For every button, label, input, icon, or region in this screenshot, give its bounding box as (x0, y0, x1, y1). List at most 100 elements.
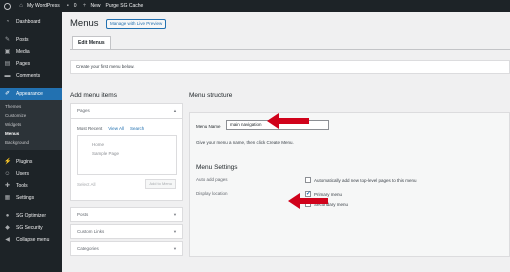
appearance-submenu: Themes Customize Widgets Menus Backgroun… (0, 100, 62, 150)
sidebar-item-label: Media (16, 49, 30, 55)
expand-arrow-icon: ▼ (173, 246, 177, 251)
pages-tabs: Most Recent View All Search (77, 126, 150, 131)
sidebar-item-posts[interactable]: ✎ Posts (0, 34, 62, 46)
tab-search[interactable]: Search (130, 126, 144, 131)
purge-cache-link[interactable]: Purge SG Cache (106, 3, 144, 9)
dashboard-icon: ◔ (5, 18, 10, 25)
add-menu-items-title: Add menu items (70, 92, 117, 99)
categories-accordion[interactable]: Categories ▼ (70, 241, 183, 256)
pages-accordion: Pages ▲ Most Recent View All Search Home… (70, 103, 183, 201)
comments-count: 0 (73, 3, 77, 9)
list-item[interactable]: Sample Page (78, 151, 176, 156)
collapse-arrow-icon: ▲ (173, 108, 177, 113)
sidebar-item-sg-security[interactable]: ◆ SG Security (0, 222, 62, 234)
main-content: Menus Manage with Live Preview Edit Menu… (62, 12, 510, 272)
annotation-arrow-icon (288, 193, 328, 209)
site-name: My WordPress (27, 3, 60, 9)
plugins-icon: ⚡ (4, 158, 12, 165)
new-content-link[interactable]: + New (81, 3, 101, 9)
expand-arrow-icon: ▼ (173, 229, 177, 234)
posts-accordion-header[interactable]: Posts ▼ (71, 208, 182, 222)
sidebar-item-label: Posts (16, 37, 29, 43)
menu-structure-panel: Menu Name main navigation Give your menu… (189, 112, 510, 257)
custom-links-accordion-header[interactable]: Custom Links ▼ (71, 225, 182, 239)
list-item[interactable]: Home (78, 142, 176, 147)
new-label: New (90, 3, 101, 9)
page-title: Menus (70, 18, 99, 29)
categories-accordion-header[interactable]: Categories ▼ (71, 242, 182, 256)
menu-structure-title: Menu structure (189, 92, 233, 99)
sidebar-item-appearance[interactable]: ✐ Appearance (0, 88, 62, 100)
auto-add-checkbox[interactable] (305, 177, 311, 183)
sidebar-item-label: SG Optimizer (16, 213, 47, 219)
sg-security-icon: ◆ (5, 224, 10, 231)
pages-accordion-header[interactable]: Pages ▲ (71, 104, 182, 118)
admin-sidebar: ◔ Dashboard ✎ Posts ▣ Media ▤ Pages ▬ Co… (0, 12, 62, 272)
collapse-icon: ◀ (5, 236, 10, 243)
select-all-checkbox[interactable]: Select All (77, 182, 96, 187)
custom-links-label: Custom Links (77, 229, 105, 234)
tab-divider (70, 49, 510, 50)
sidebar-item-label: Appearance (16, 91, 43, 97)
comment-bubble-icon: ▪ (66, 3, 69, 9)
posts-label: Posts (77, 212, 89, 217)
sidebar-item-label: Pages (16, 61, 31, 67)
brush-icon: ✐ (4, 90, 11, 97)
sidebar-item-label: Settings (16, 195, 35, 201)
settings-icon: ▦ (4, 194, 11, 201)
add-to-menu-button[interactable]: Add to Menu (145, 179, 176, 189)
tab-view-all[interactable]: View All (108, 126, 124, 131)
media-icon: ▣ (4, 48, 11, 55)
auto-add-pages-label: Auto add pages (196, 177, 228, 182)
sidebar-item-settings[interactable]: ▦ Settings (0, 192, 62, 204)
sidebar-item-label: Users (16, 171, 30, 177)
sidebar-item-dashboard[interactable]: ◔ Dashboard (0, 16, 62, 28)
submenu-item-customize[interactable]: Customize (0, 111, 62, 120)
admin-bar: ⌂ My WordPress ▪ 0 + New Purge SG Cache (0, 0, 510, 12)
sidebar-item-plugins[interactable]: ⚡ Plugins (0, 156, 62, 168)
sidebar-item-sg-optimizer[interactable]: ● SG Optimizer (0, 210, 62, 222)
categories-label: Categories (77, 246, 99, 251)
auto-add-pages-option[interactable]: Automatically add new top-level pages to… (305, 177, 417, 183)
plus-icon: + (82, 3, 87, 9)
sidebar-item-label: SG Security (16, 225, 43, 231)
wordpress-logo-icon[interactable] (4, 2, 11, 10)
sidebar-item-tools[interactable]: ✚ Tools (0, 180, 62, 192)
annotation-arrow-icon (267, 113, 309, 129)
sidebar-item-media[interactable]: ▣ Media (0, 46, 62, 58)
custom-links-accordion[interactable]: Custom Links ▼ (70, 224, 183, 239)
menu-name-hint: Give your menu a name, then click Create… (196, 140, 294, 145)
pages-label: Pages (77, 108, 90, 113)
home-icon: ⌂ (19, 3, 23, 9)
pin-icon: ✎ (4, 36, 11, 43)
sidebar-item-comments[interactable]: ▬ Comments (0, 70, 62, 82)
sidebar-item-collapse[interactable]: ◀ Collapse menu (0, 234, 62, 246)
expand-arrow-icon: ▼ (173, 212, 177, 217)
posts-accordion[interactable]: Posts ▼ (70, 207, 183, 222)
pages-icon: ▤ (4, 60, 11, 67)
comments-link[interactable]: ▪ 0 (65, 3, 77, 9)
sidebar-item-label: Plugins (16, 159, 33, 165)
display-location-label: Display location (196, 191, 228, 196)
add-menu-items-panel: Pages ▲ Most Recent View All Search Home… (70, 103, 183, 257)
pages-checklist: Home Sample Page (77, 135, 177, 175)
sg-optimizer-icon: ● (5, 212, 10, 219)
submenu-item-background[interactable]: Background (0, 138, 62, 147)
menu-settings-title: Menu Settings (196, 164, 238, 171)
auto-add-option-label: Automatically add new top-level pages to… (314, 177, 417, 183)
live-preview-button[interactable]: Manage with Live Preview (106, 19, 167, 29)
create-menu-notice: Create your first menu below. (70, 60, 510, 74)
tools-icon: ✚ (4, 182, 11, 189)
comments-icon: ▬ (4, 72, 11, 79)
submenu-item-themes[interactable]: Themes (0, 102, 62, 111)
sidebar-item-pages[interactable]: ▤ Pages (0, 58, 62, 70)
submenu-item-menus[interactable]: Menus (0, 129, 62, 138)
menu-name-label: Menu Name (196, 124, 221, 129)
tab-edit-menus[interactable]: Edit Menus (72, 36, 111, 49)
pages-accordion-body: Most Recent View All Search Home Sample … (71, 118, 182, 200)
users-icon: ☺ (4, 170, 11, 177)
sidebar-item-users[interactable]: ☺ Users (0, 168, 62, 180)
site-name-link[interactable]: ⌂ My WordPress (18, 3, 60, 9)
submenu-item-widgets[interactable]: Widgets (0, 120, 62, 129)
tab-most-recent[interactable]: Most Recent (77, 126, 102, 131)
